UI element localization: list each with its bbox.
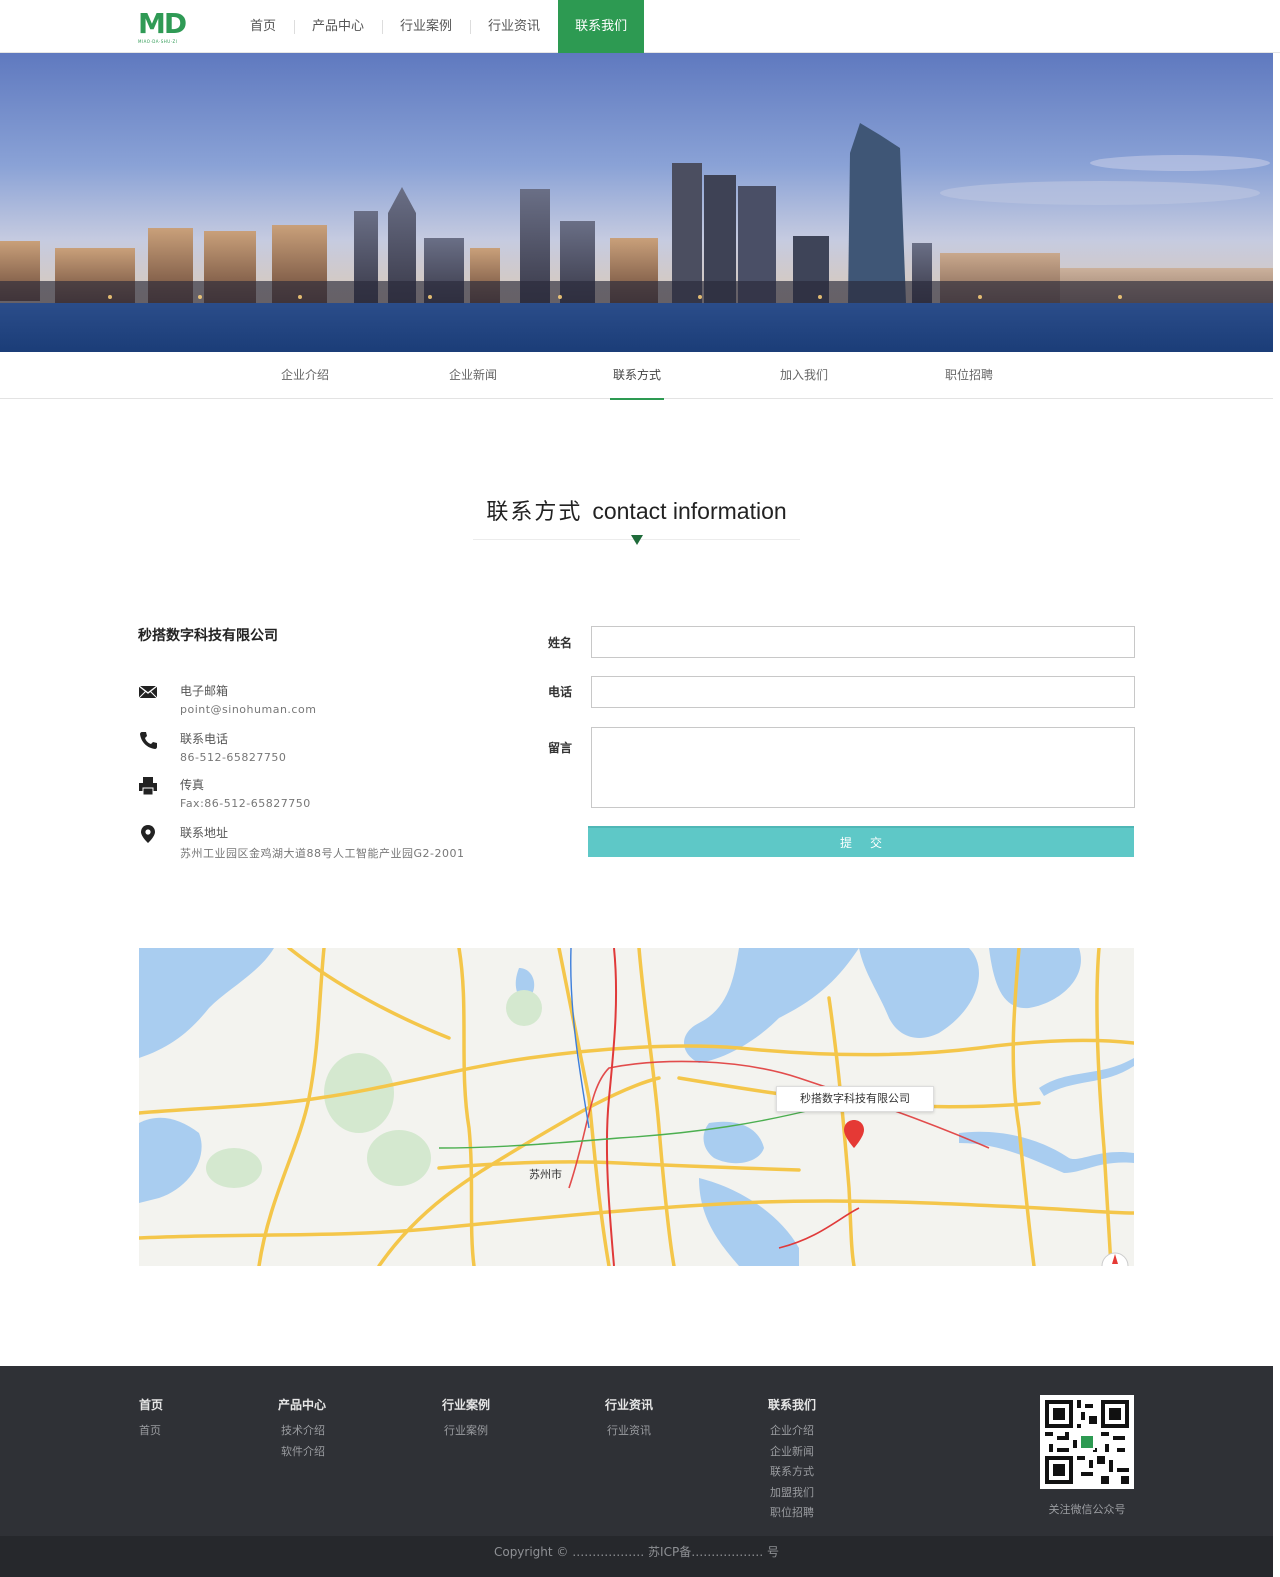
- logo-mark: MD: [138, 7, 187, 40]
- main-nav: 首页 产品中心 行业案例 行业资讯 联系我们: [232, 0, 645, 53]
- printer-icon: [139, 777, 157, 796]
- nav-home[interactable]: 首页: [232, 0, 294, 53]
- company-name: 秒搭数字科技有限公司: [138, 628, 278, 644]
- footer-col-cases: 行业案例 行业案例: [442, 1396, 490, 1442]
- section-title-en: contact information: [592, 498, 787, 524]
- fax-label: 传真: [180, 778, 205, 792]
- map-compass-icon[interactable]: [1101, 1251, 1129, 1266]
- map-marker-icon[interactable]: [843, 1119, 865, 1149]
- map-city-label: 苏州市: [529, 1167, 562, 1181]
- footer-link[interactable]: 企业新闻: [768, 1442, 816, 1463]
- subnav-company-news[interactable]: 企业新闻: [443, 352, 503, 399]
- envelope-icon: [138, 685, 158, 699]
- message-textarea[interactable]: [591, 727, 1135, 808]
- phone-value[interactable]: 86-512-65827750: [180, 751, 286, 764]
- map-location-popup[interactable]: 秒搭数字科技有限公司: [776, 1086, 934, 1112]
- nav-products[interactable]: 产品中心: [294, 0, 382, 53]
- phone-icon: [140, 732, 157, 749]
- wechat-qr-code: [1040, 1395, 1134, 1489]
- footer-link[interactable]: 软件介绍: [278, 1442, 326, 1463]
- footer-col-title[interactable]: 行业案例: [442, 1396, 490, 1413]
- location-map[interactable]: 苏州市 秒搭数字科技有限公司: [139, 948, 1134, 1266]
- nav-contact[interactable]: 联系我们: [558, 0, 645, 53]
- submit-button[interactable]: 提交: [588, 826, 1134, 857]
- sub-nav: 企业介绍 企业新闻 联系方式 加入我们 职位招聘: [0, 352, 1273, 400]
- footer-col-title[interactable]: 行业资讯: [605, 1396, 653, 1413]
- qr-caption: 关注微信公众号: [1048, 1503, 1126, 1516]
- qr-code-icon: [1045, 1400, 1129, 1484]
- section-title-cn: 联系方式: [486, 500, 583, 525]
- footer-link[interactable]: 技术介绍: [278, 1421, 326, 1442]
- footer-link[interactable]: 首页: [139, 1421, 163, 1442]
- phone-label: 联系电话: [180, 732, 229, 746]
- location-pin-icon: [141, 825, 155, 843]
- footer-col-title[interactable]: 首页: [139, 1396, 163, 1413]
- nav-cases[interactable]: 行业案例: [382, 0, 470, 53]
- fax-value: Fax:86-512-65827750: [180, 797, 311, 810]
- footer-col-products: 产品中心 技术介绍 软件介绍: [278, 1396, 326, 1462]
- subnav-join-us[interactable]: 加入我们: [776, 352, 832, 399]
- footer-col-title[interactable]: 联系我们: [768, 1396, 816, 1413]
- skyline-illustration: [0, 53, 1273, 352]
- nav-news[interactable]: 行业资讯: [470, 0, 558, 53]
- footer-link[interactable]: 企业介绍: [768, 1421, 816, 1442]
- subnav-contact[interactable]: 联系方式: [610, 352, 664, 400]
- phone-field-label: 电话: [548, 685, 573, 699]
- address-label: 联系地址: [180, 826, 229, 840]
- subnav-company-intro[interactable]: 企业介绍: [274, 352, 336, 399]
- site-logo[interactable]: MD MIAO·DA·SHU·ZI: [138, 10, 190, 46]
- phone-input[interactable]: [591, 676, 1135, 708]
- footer-col-contact: 联系我们 企业介绍 企业新闻 联系方式 加盟我们 职位招聘: [768, 1396, 816, 1524]
- footer-col-title[interactable]: 产品中心: [278, 1396, 326, 1413]
- footer-link[interactable]: 行业资讯: [605, 1421, 653, 1442]
- hero-banner-city-skyline: [0, 53, 1273, 352]
- footer-link[interactable]: 联系方式: [768, 1462, 816, 1483]
- footer-col-news: 行业资讯 行业资讯: [605, 1396, 653, 1442]
- name-input[interactable]: [591, 626, 1135, 658]
- site-header: MD MIAO·DA·SHU·ZI 首页 产品中心 行业案例 行业资讯 联系我们: [0, 0, 1280, 53]
- subnav-jobs[interactable]: 职位招聘: [940, 352, 998, 399]
- name-label: 姓名: [548, 636, 573, 650]
- address-value: 苏州工业园区金鸡湖大道88号人工智能产业园G2-2001: [180, 847, 465, 860]
- copyright-bar: Copyright © ……………… 苏ICP备……………… 号: [0, 1536, 1273, 1577]
- section-arrow-icon: [631, 535, 643, 545]
- section-title: 联系方式 contact information: [473, 494, 800, 526]
- email-label: 电子邮箱: [180, 684, 229, 698]
- footer-link[interactable]: 职位招聘: [768, 1503, 816, 1524]
- map-canvas[interactable]: 苏州市: [139, 948, 1134, 1266]
- footer-link[interactable]: 加盟我们: [768, 1483, 816, 1504]
- footer-link[interactable]: 行业案例: [442, 1421, 490, 1442]
- message-label: 留言: [548, 741, 573, 755]
- footer-col-home: 首页 首页: [139, 1396, 163, 1442]
- email-value[interactable]: point@sinohuman.com: [180, 703, 316, 716]
